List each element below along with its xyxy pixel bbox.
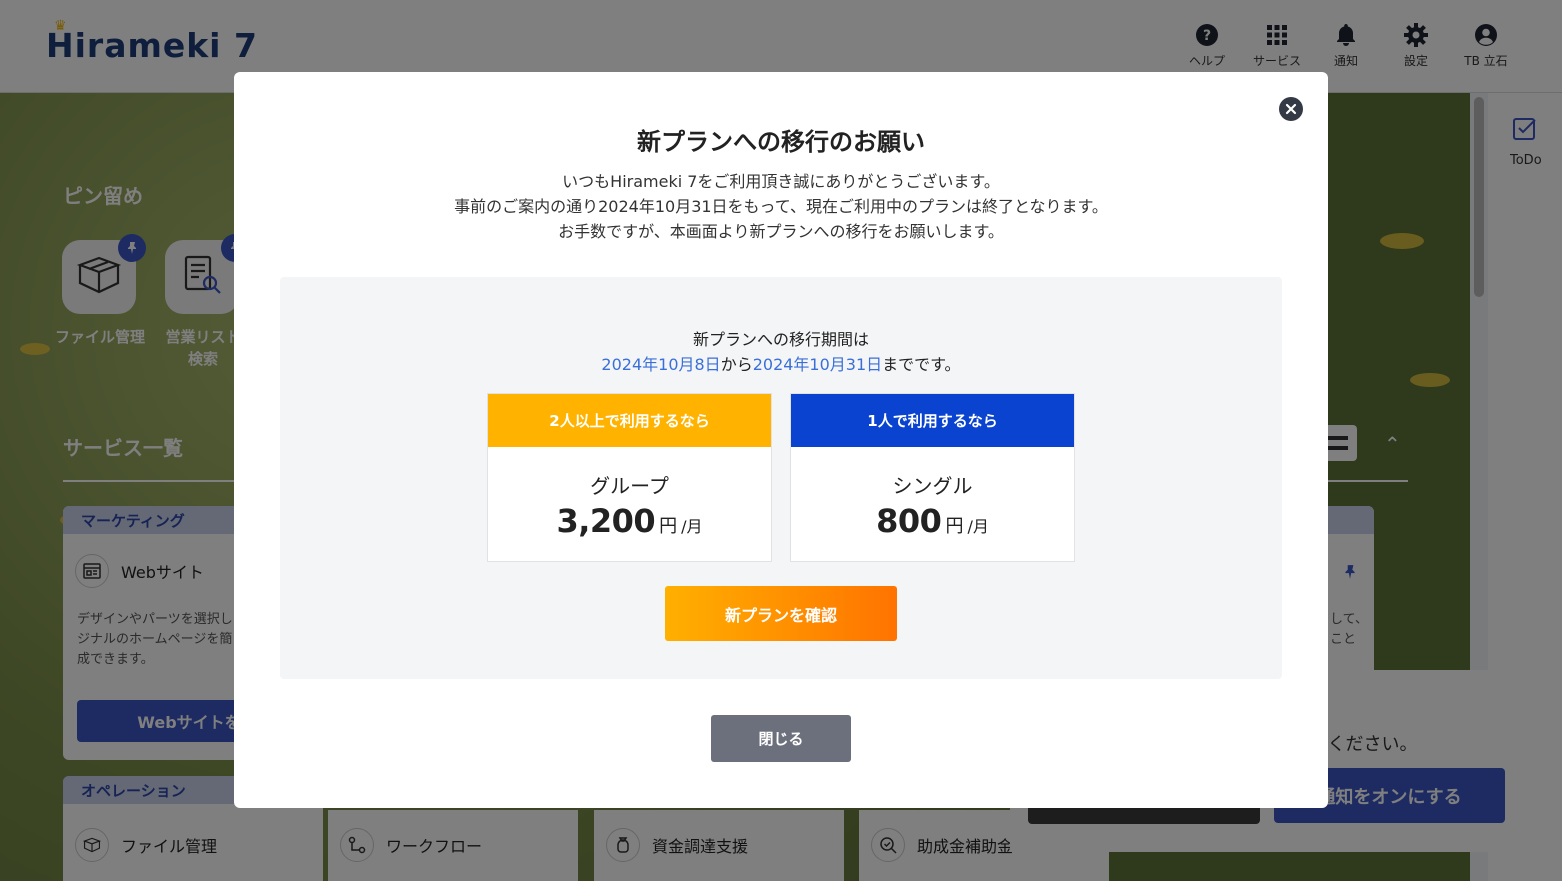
plan-group-header: 2人以上で利用するなら <box>488 394 771 447</box>
plan-single-header: 1人で利用するなら <box>791 394 1074 447</box>
price-amount: 800 <box>876 502 942 540</box>
modal-message-line: いつもHirameki 7をご利用頂き誠にありがとうございます。 <box>562 172 1000 191</box>
confirm-new-plan-button[interactable]: 新プランを確認 <box>665 586 897 641</box>
plan-card-group[interactable]: 2人以上で利用するなら グループ 3,200 円/月 <box>487 393 772 562</box>
price-unit: 円 <box>945 516 964 537</box>
plan-card-single[interactable]: 1人で利用するなら シングル 800 円/月 <box>790 393 1075 562</box>
plan-single-price: 800 円/月 <box>791 502 1074 540</box>
plan-group-price: 3,200 円/月 <box>488 502 771 540</box>
period-suffix-text: までです。 <box>882 355 961 374</box>
plan-selection-panel: 新プランへの移行期間は 2024年10月8日から2024年10月31日までです。… <box>280 277 1282 679</box>
period-end-date: 2024年10月31日 <box>752 355 883 374</box>
modal-message-line: お手数ですが、本画面より新プランへの移行をお願いします。 <box>558 222 1004 241</box>
migration-period-intro: 新プランへの移行期間は <box>692 330 869 349</box>
migration-period-dates: 2024年10月8日から2024年10月31日までです。 <box>280 351 1282 375</box>
plan-single-name: シングル <box>892 474 973 498</box>
price-amount: 3,200 <box>556 502 656 540</box>
modal-title: 新プランへの移行のお願い <box>637 128 925 156</box>
price-period: /月 <box>681 517 703 536</box>
plan-migration-modal: 新プランへの移行のお願い いつもHirameki 7をご利用頂き誠にありがとうご… <box>234 72 1328 808</box>
plan-group-name: グループ <box>590 474 669 498</box>
modal-message-line: 事前のご案内の通り2024年10月31日をもって、現在ご利用中のプランは終了とな… <box>454 197 1108 216</box>
price-unit: 円 <box>659 516 678 537</box>
period-start-date: 2024年10月8日 <box>601 355 721 374</box>
close-icon[interactable] <box>1279 97 1303 121</box>
price-period: /月 <box>967 517 989 536</box>
period-from-text: から <box>720 355 753 374</box>
close-button[interactable]: 閉じる <box>711 715 851 762</box>
